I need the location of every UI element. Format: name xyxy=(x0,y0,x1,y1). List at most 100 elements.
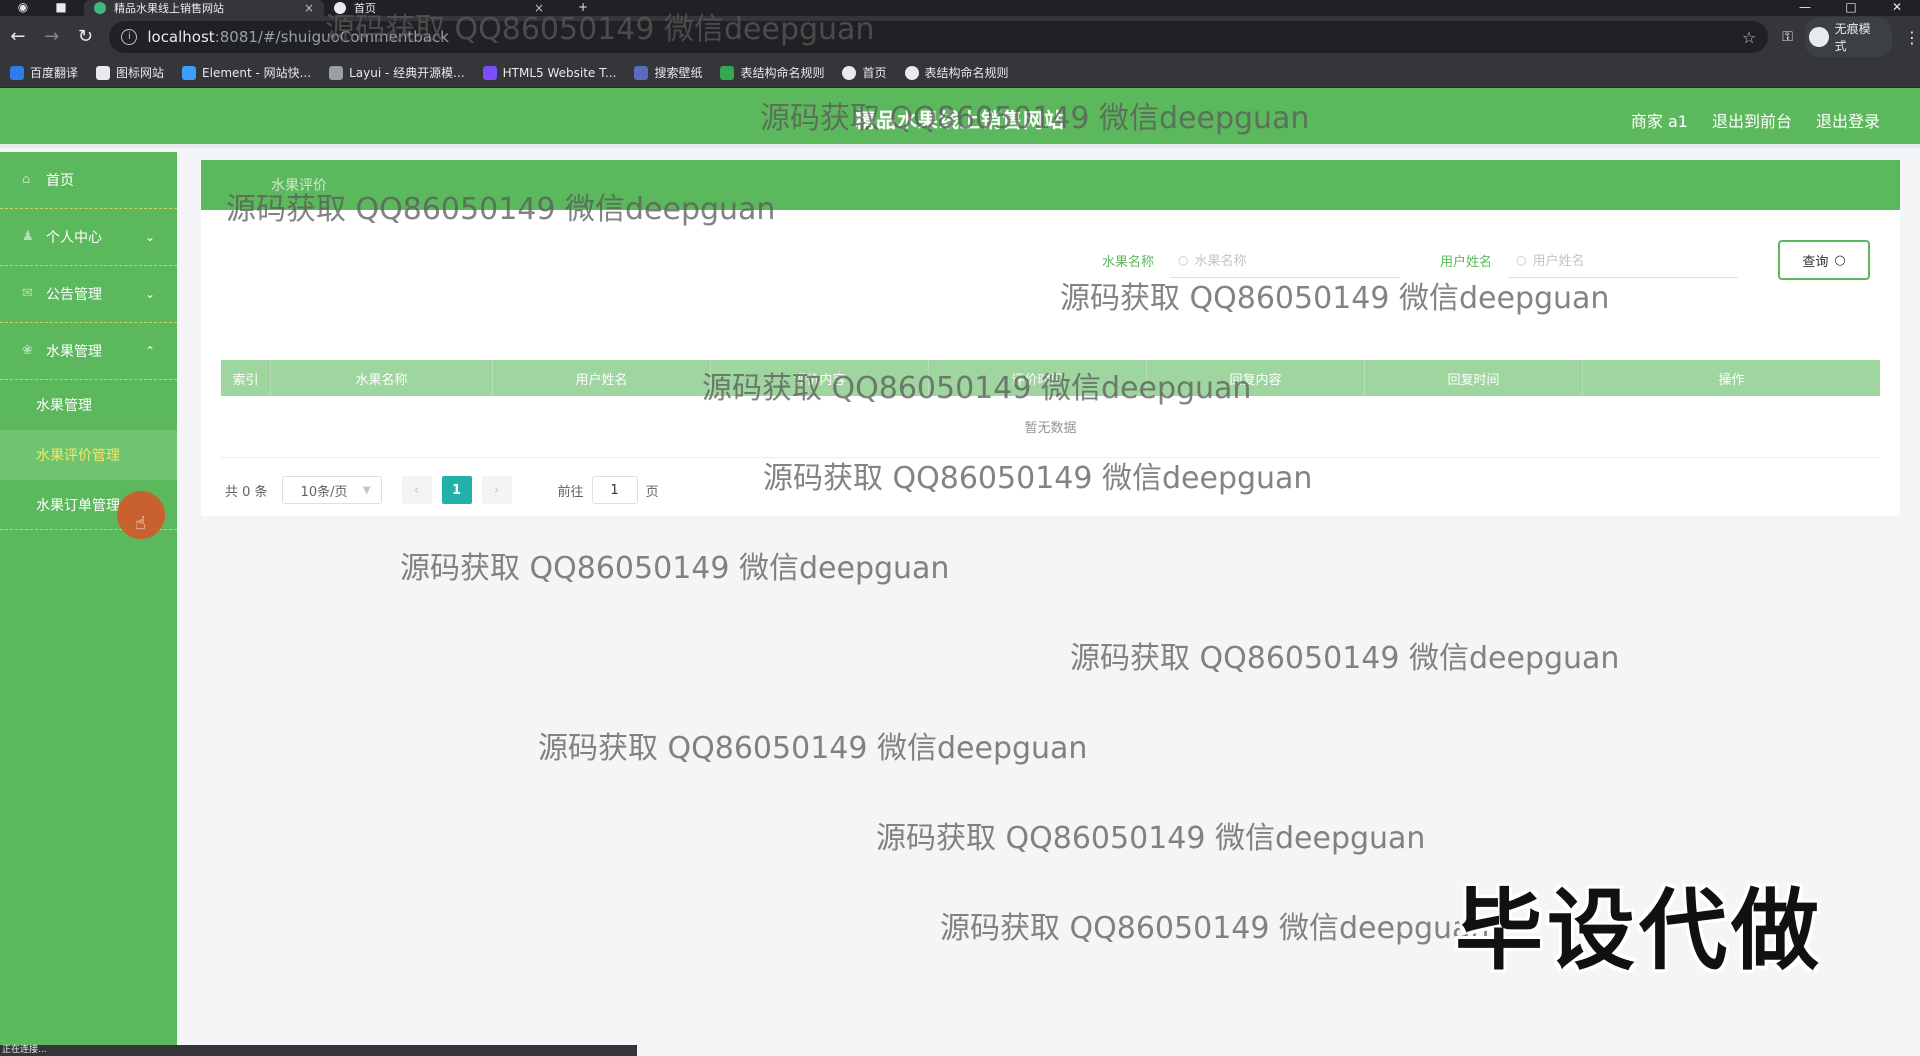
watermark-text: 源码获取 QQ86050149 微信deepguan xyxy=(763,461,1313,496)
user-icon: ♟ xyxy=(22,229,34,244)
sidebar: ⌂ 首页 ♟ 个人中心 ⌄ ✉ 公告管理 ⌄ ❀ 水果管理 ⌃ 水果管理 水果评… xyxy=(0,152,177,1056)
search-icon: ○ xyxy=(1177,252,1189,267)
browser-toolbar: ← → ↻ i localhost :8081/#/shuiguoComment… xyxy=(0,16,1920,58)
bookmark-item[interactable]: Layui - 经典开源模... xyxy=(329,64,465,81)
watermark-text: 源码获取 QQ86050149 微信deepguan xyxy=(760,101,1310,136)
prev-page-button[interactable]: ‹ xyxy=(401,476,432,504)
back-to-front-link[interactable]: 退出到前台 xyxy=(1712,108,1792,132)
window-controls: — □ ✕ xyxy=(1782,0,1920,16)
site-info-icon[interactable]: i xyxy=(121,29,138,45)
bookmark-item[interactable]: HTML5 Website T... xyxy=(482,65,617,80)
element-icon xyxy=(182,65,197,80)
back-icon[interactable]: ← xyxy=(2,21,34,53)
sidebar-item-home[interactable]: ⌂ 首页 xyxy=(0,152,177,209)
incognito-badge[interactable]: 无痕模式 xyxy=(1804,17,1892,57)
watermark-text: 源码获取 QQ86050149 微信deepguan xyxy=(538,731,1088,766)
maximize-icon[interactable]: □ xyxy=(1828,0,1874,16)
watermark-text: 源码获取 QQ86050149 微信deepguan xyxy=(226,192,776,227)
bookmarks-bar: 百度翻译 图标网站 Element - 网站快... Layui - 经典开源模… xyxy=(0,58,1920,88)
column-header: 用户姓名 xyxy=(493,360,711,396)
watermark-text: 源码获取 QQ86050149 微信deepguan xyxy=(325,12,875,47)
watermark-text: 源码获取 QQ86050149 微信deepguan xyxy=(1060,281,1610,316)
bookmark-star-icon[interactable]: ☆ xyxy=(1742,28,1756,47)
column-header: 操作 xyxy=(1718,372,1745,388)
fruit-name-placeholder: 水果名称 xyxy=(1194,254,1247,269)
tab-title: 精品水果线上销售网站 xyxy=(114,2,224,15)
bookmark-item[interactable]: 图标网站 xyxy=(96,64,164,81)
sidebar-item-fruit[interactable]: ❀ 水果管理 ⌃ xyxy=(0,323,177,380)
search-icon: ○ xyxy=(1834,252,1846,268)
html5-icon xyxy=(482,65,497,80)
sidebar-item-notice[interactable]: ✉ 公告管理 ⌄ xyxy=(0,266,177,323)
logout-link[interactable]: 退出登录 xyxy=(1816,108,1880,132)
sidebar-subitem-fruit[interactable]: 水果管理 xyxy=(0,380,177,430)
close-window-icon[interactable]: ✕ xyxy=(1874,0,1920,16)
globe-icon xyxy=(842,65,857,80)
translate-icon xyxy=(10,65,24,80)
bookmark-item[interactable]: 表结构命名规则 xyxy=(720,64,824,81)
query-button[interactable]: 查询 ○ xyxy=(1778,240,1870,280)
watermark-text: 源码获取 QQ86050149 微信deepguan xyxy=(400,551,950,586)
forward-icon[interactable]: → xyxy=(36,21,68,53)
bookmark-item[interactable]: 搜索壁纸 xyxy=(634,64,702,81)
query-button-label: 查询 xyxy=(1802,254,1829,270)
merchant-user-label: 商家 a1 xyxy=(1630,112,1688,131)
bookmark-item[interactable]: 表结构命名规则 xyxy=(904,64,1009,81)
tab-active[interactable]: 精品水果线上销售网站 × xyxy=(84,0,324,16)
window-icon[interactable]: ■ xyxy=(52,0,70,14)
sidebar-item-label: 公告管理 xyxy=(46,287,102,303)
total-count: 共 0 条 xyxy=(225,484,268,500)
browser-status-bar: 正在连接... xyxy=(0,1045,637,1056)
goto-label: 前往 xyxy=(557,484,584,500)
bookmark-item[interactable]: Element - 网站快... xyxy=(182,64,311,81)
watermark-text: 源码获取 QQ86050149 微信deepguan xyxy=(940,911,1490,946)
wallpaper-icon xyxy=(634,65,649,80)
watermark-text: 源码获取 QQ86050149 微信deepguan xyxy=(1070,641,1620,676)
browser-tabstrip: ◉ ■ 精品水果线上销售网站 × 首页 × + — □ ✕ xyxy=(0,0,1920,16)
chevron-down-icon: ⌄ xyxy=(144,230,155,244)
layui-icon xyxy=(329,65,344,80)
sheet-icon xyxy=(720,65,735,80)
bookmark-label: 图标网站 xyxy=(116,66,165,80)
page-size-value: 10条/页 xyxy=(300,484,348,500)
watermark-text: 源码获取 QQ86050149 微信deepguan xyxy=(876,821,1426,856)
browser-menu-icon[interactable]: ◉ xyxy=(14,0,32,14)
more-menu-icon[interactable]: ⋮ xyxy=(1904,28,1920,47)
sidebar-subitem-comment[interactable]: 水果评价管理 xyxy=(0,430,177,480)
watermark-text: 源码获取 QQ86050149 微信deepguan xyxy=(702,371,1252,406)
hand-cursor-icon: ☝ xyxy=(135,513,146,534)
page-number-current[interactable]: 1 xyxy=(441,476,472,504)
bookmark-label: HTML5 Website T... xyxy=(502,65,617,80)
column-header: 索引 xyxy=(221,360,271,396)
bookmark-item[interactable]: 首页 xyxy=(842,64,887,81)
chevron-down-icon: ⌄ xyxy=(144,287,155,301)
column-header: 水果名称 xyxy=(271,360,493,396)
bookmark-item[interactable]: 百度翻译 xyxy=(10,64,78,81)
bookmark-label: Layui - 经典开源模... xyxy=(349,66,465,80)
sidebar-item-personal[interactable]: ♟ 个人中心 ⌄ xyxy=(0,209,177,266)
user-name-label: 用户姓名 xyxy=(1439,254,1492,270)
url-host: localhost xyxy=(147,28,215,46)
fruit-icon: ❀ xyxy=(22,343,33,358)
incognito-label: 无痕模式 xyxy=(1834,22,1871,53)
sidebar-item-label: 水果管理 xyxy=(46,344,102,360)
reload-icon[interactable]: ↻ xyxy=(70,21,102,53)
search-icon: ○ xyxy=(1516,252,1527,267)
sidebar-item-label: 个人中心 xyxy=(46,230,102,246)
fruit-name-label: 水果名称 xyxy=(1101,254,1154,270)
bookmark-label: 搜索壁纸 xyxy=(654,66,703,80)
notice-icon: ✉ xyxy=(22,286,33,301)
home-icon: ⌂ xyxy=(22,172,31,187)
tab-close-icon[interactable]: × xyxy=(304,1,314,15)
bookmark-label: 首页 xyxy=(862,66,887,80)
pagination: 共 0 条 10条/页 ▼ ‹ 1 › 前往 1 页 xyxy=(225,476,659,504)
flag-icon xyxy=(96,65,111,80)
goto-page-input[interactable]: 1 xyxy=(591,476,638,504)
bookmark-label: 表结构命名规则 xyxy=(924,66,1009,80)
page-size-select[interactable]: 10条/页 ▼ xyxy=(281,476,382,504)
minimize-icon[interactable]: — xyxy=(1782,0,1828,16)
globe-icon xyxy=(904,65,919,80)
next-page-button[interactable]: › xyxy=(481,476,512,504)
bookmark-label: 百度翻译 xyxy=(30,66,79,80)
password-key-icon[interactable]: ⚿ xyxy=(1782,29,1793,45)
